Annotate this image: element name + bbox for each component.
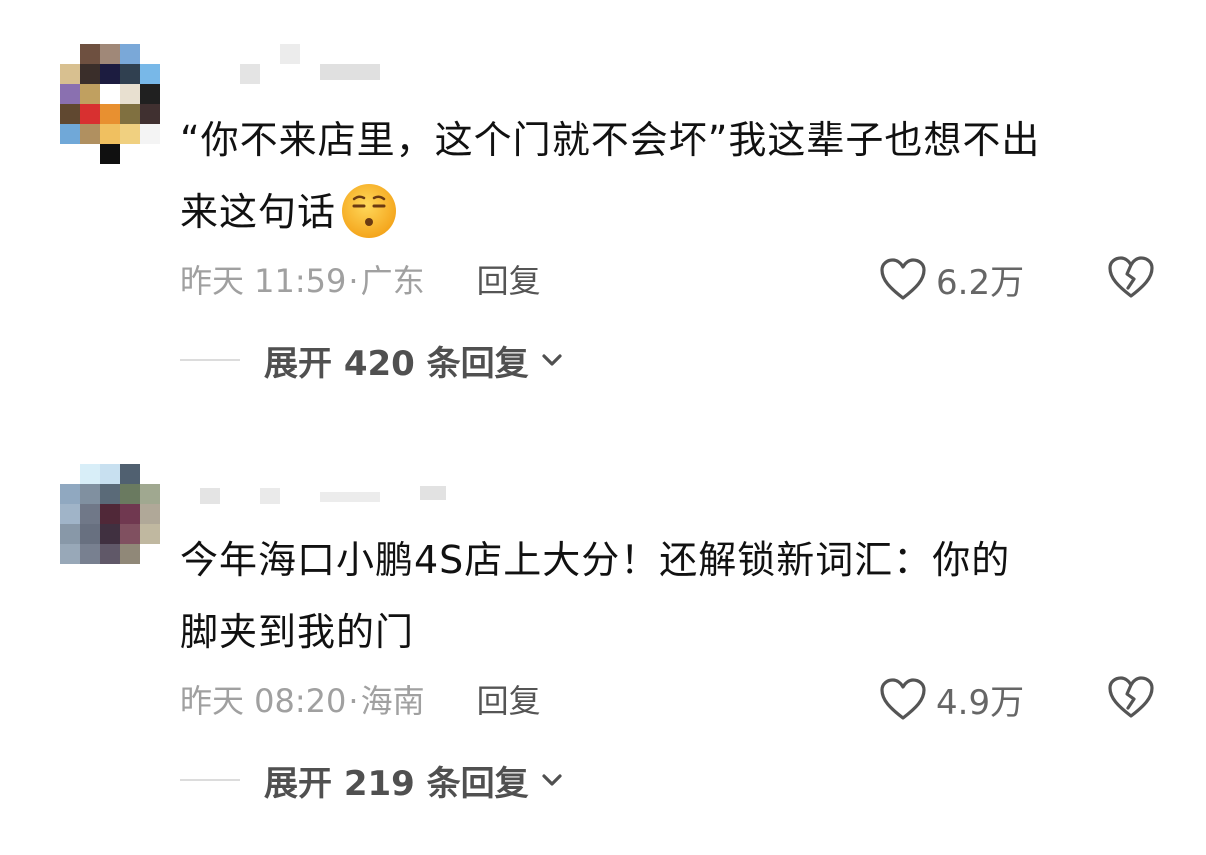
expand-replies-button[interactable]: 展开 219 条回复 bbox=[180, 752, 565, 808]
expand-replies-label: 展开 420 条回复 bbox=[264, 343, 529, 384]
comment-text-line: 脚夹到我的门 bbox=[180, 610, 415, 654]
dislike-button[interactable] bbox=[1106, 674, 1156, 724]
reply-button[interactable]: 回复 bbox=[477, 256, 541, 306]
comment-text-line: 来这句话 bbox=[180, 176, 1170, 248]
comment-location: 海南 bbox=[360, 682, 425, 720]
comment-text: 今年海口小鹏4S店上大分！还解锁新词汇：你的 脚夹到我的门 bbox=[180, 524, 1170, 668]
divider-line bbox=[180, 779, 240, 781]
username-blurred[interactable] bbox=[180, 464, 460, 504]
avatar[interactable] bbox=[60, 464, 160, 584]
heart-outline-icon bbox=[880, 678, 926, 720]
comment-location: 广东 bbox=[360, 262, 425, 300]
username-blurred[interactable] bbox=[180, 44, 460, 84]
heart-outline-icon bbox=[880, 258, 926, 300]
dislike-button[interactable] bbox=[1106, 254, 1156, 304]
reply-button[interactable]: 回复 bbox=[477, 676, 541, 726]
broken-heart-icon bbox=[1108, 256, 1154, 298]
divider-line bbox=[180, 359, 240, 361]
avatar[interactable] bbox=[60, 44, 160, 164]
like-button[interactable]: 6.2万 bbox=[878, 254, 1024, 304]
like-count: 4.9万 bbox=[936, 682, 1025, 723]
comment-time: 昨天 08:20 bbox=[180, 682, 347, 720]
expand-replies-button[interactable]: 展开 420 条回复 bbox=[180, 332, 565, 388]
like-button[interactable]: 4.9万 bbox=[878, 674, 1024, 724]
comment-text-line: 今年海口小鹏4S店上大分！还解锁新词汇：你的 bbox=[180, 538, 1011, 582]
expand-replies-label: 展开 219 条回复 bbox=[264, 763, 529, 804]
chevron-down-icon bbox=[542, 774, 562, 786]
comment-time: 昨天 11:59 bbox=[180, 262, 347, 300]
comment-text: “你不来店里，这个门就不会坏”我这辈子也想不出 来这句话 bbox=[180, 104, 1170, 248]
comment-meta: 昨天 11:59 · 广东 回复 bbox=[180, 256, 541, 306]
like-count: 6.2万 bbox=[936, 262, 1025, 303]
comment-text-line: “你不来店里，这个门就不会坏”我这辈子也想不出 bbox=[180, 118, 1041, 162]
meta-separator: · bbox=[348, 262, 359, 300]
comment-meta: 昨天 08:20 · 海南 回复 bbox=[180, 676, 541, 726]
dizzy-face-emoji-icon bbox=[340, 182, 398, 240]
broken-heart-icon bbox=[1108, 676, 1154, 718]
chevron-down-icon bbox=[542, 354, 562, 366]
meta-separator: · bbox=[348, 682, 359, 720]
